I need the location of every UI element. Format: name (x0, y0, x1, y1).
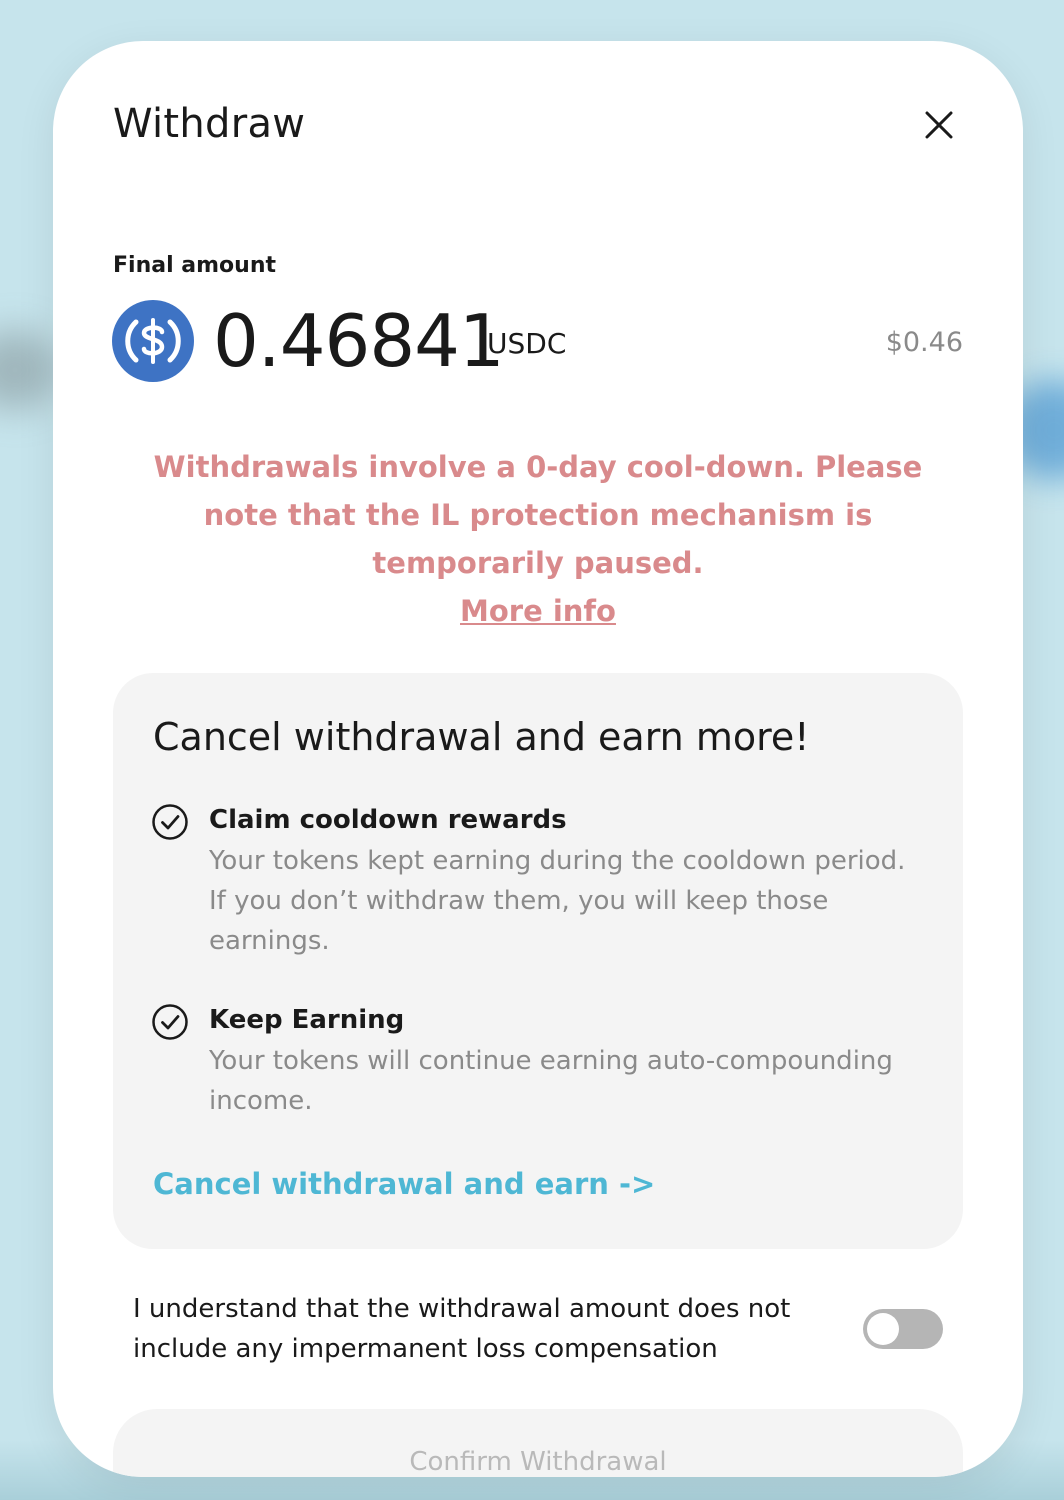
warning-text: Withdrawals involve a 0-day cool-down. P… (153, 450, 923, 580)
usdc-icon (112, 300, 194, 382)
background-blur-left (0, 330, 60, 410)
toggle-knob (867, 1313, 899, 1345)
close-icon (925, 111, 953, 139)
final-amount-label: Final amount (113, 253, 277, 278)
benefit-title: Keep Earning (209, 1005, 405, 1035)
benefit-title: Claim cooldown rewards (209, 805, 567, 835)
promo-title: Cancel withdrawal and earn more! (153, 715, 810, 759)
acknowledgement-text: I understand that the withdrawal amount … (133, 1294, 791, 1364)
withdraw-modal: Withdraw Final amount 0.46841 USDC $0.46… (53, 41, 1023, 1477)
benefit-description: Your tokens kept earning during the cool… (209, 846, 906, 956)
token-unit: USDC (487, 327, 567, 360)
more-info-link[interactable]: More info (460, 587, 616, 635)
acknowledgement-toggle[interactable] (863, 1309, 943, 1349)
confirm-withdrawal-button[interactable]: Confirm Withdrawal (113, 1409, 963, 1477)
check-circle-icon (151, 803, 189, 841)
close-button[interactable] (919, 105, 959, 145)
cancel-withdrawal-link[interactable]: Cancel withdrawal and earn -> (153, 1167, 655, 1201)
usd-value: $0.46 (885, 327, 963, 358)
final-amount-value: 0.46841 (213, 299, 505, 383)
benefit-description: Your tokens will continue earning auto-c… (209, 1046, 893, 1116)
cooldown-warning: Withdrawals involve a 0-day cool-down. P… (113, 443, 963, 635)
cancel-withdrawal-card: Cancel withdrawal and earn more! Claim c… (113, 673, 963, 1249)
modal-title: Withdraw (113, 101, 306, 147)
check-circle-icon (151, 1003, 189, 1041)
